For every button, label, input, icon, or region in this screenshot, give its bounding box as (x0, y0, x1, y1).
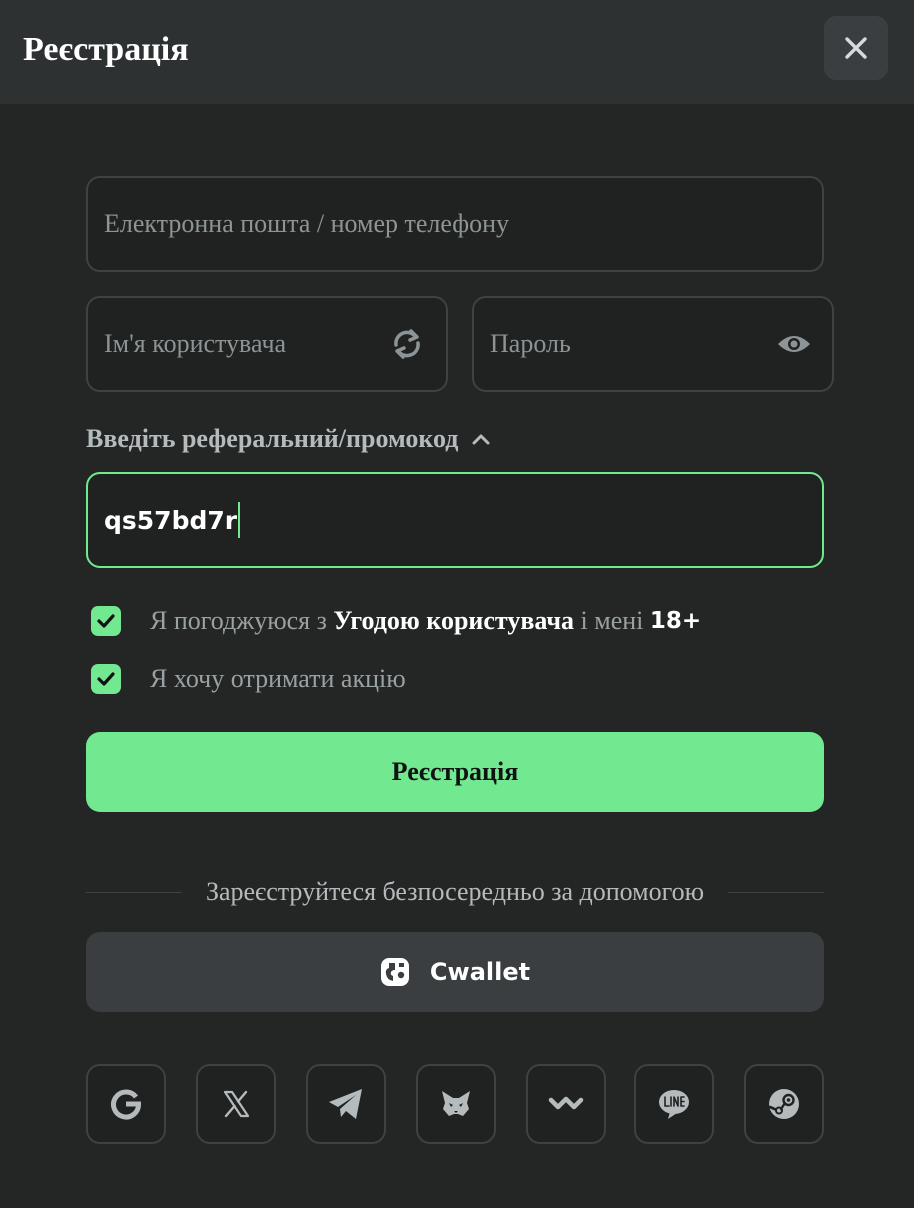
agree-middle: і мені (580, 606, 644, 635)
refresh-icon[interactable] (390, 328, 424, 360)
text-caret (238, 502, 241, 538)
divider-text: Зареєструйтеся безпосередньо за допомого… (205, 877, 705, 906)
cwallet-icon (380, 958, 409, 986)
cwallet-label: Cwallet (429, 958, 531, 986)
walletconnect-button[interactable] (526, 1064, 606, 1144)
agree-checkbox[interactable] (91, 606, 121, 636)
promo-opt-in-label: Я хочу отримати акцію (150, 664, 406, 693)
promo-label: Введіть реферальний/промокод (86, 424, 459, 453)
eye-icon[interactable] (777, 332, 811, 356)
agree-row: Я погоджуюся з Угодою користувача і мені… (91, 606, 701, 636)
divider-line-left (86, 891, 182, 893)
agree-prefix: Я погоджуюся з (150, 606, 327, 635)
age-badge: 18+ (649, 608, 702, 634)
divider-line-right (728, 891, 825, 893)
email-placeholder: Електронна пошта / номер телефону (104, 209, 510, 238)
close-icon (845, 37, 867, 59)
promo-opt-in-row: Я хочу отримати акцію (91, 664, 406, 694)
username-field[interactable]: Ім'я користувача (86, 296, 448, 392)
checkmark-icon (97, 614, 115, 628)
modal-header: Реєстрація (0, 0, 914, 104)
promo-value: qs57bd7r (104, 505, 238, 535)
line-button[interactable] (634, 1064, 714, 1144)
promo-input[interactable]: qs57bd7r (86, 472, 824, 568)
promo-value-wrap: qs57bd7r (104, 502, 241, 538)
google-icon (111, 1089, 142, 1120)
metamask-icon (442, 1091, 470, 1116)
line-icon (659, 1090, 689, 1119)
username-placeholder: Ім'я користувача (104, 329, 287, 358)
x-icon (223, 1090, 250, 1118)
user-agreement-link[interactable]: Угодою користувача (333, 606, 574, 636)
checkmark-icon (97, 672, 115, 686)
walletconnect-icon (548, 1096, 584, 1110)
page-title: Реєстрація (23, 31, 189, 68)
close-button[interactable] (824, 16, 888, 80)
metamask-button[interactable] (416, 1064, 496, 1144)
password-placeholder: Пароль (490, 329, 571, 358)
email-field[interactable]: Електронна пошта / номер телефону (86, 176, 824, 272)
chevron-up-icon (472, 434, 490, 445)
steam-icon (768, 1089, 799, 1119)
social-divider: Зареєструйтеся безпосередньо за допомого… (86, 872, 825, 912)
telegram-icon (329, 1089, 362, 1119)
password-field[interactable]: Пароль (472, 296, 834, 392)
cwallet-button[interactable]: Cwallet (86, 932, 824, 1012)
promo-opt-in-checkbox[interactable] (91, 664, 121, 694)
steam-button[interactable] (744, 1064, 824, 1144)
telegram-button[interactable] (306, 1064, 386, 1144)
promo-toggle[interactable]: Введіть реферальний/промокод (86, 424, 490, 454)
google-button[interactable] (86, 1064, 166, 1144)
register-button[interactable]: Реєстрація (86, 732, 824, 812)
x-button[interactable] (196, 1064, 276, 1144)
